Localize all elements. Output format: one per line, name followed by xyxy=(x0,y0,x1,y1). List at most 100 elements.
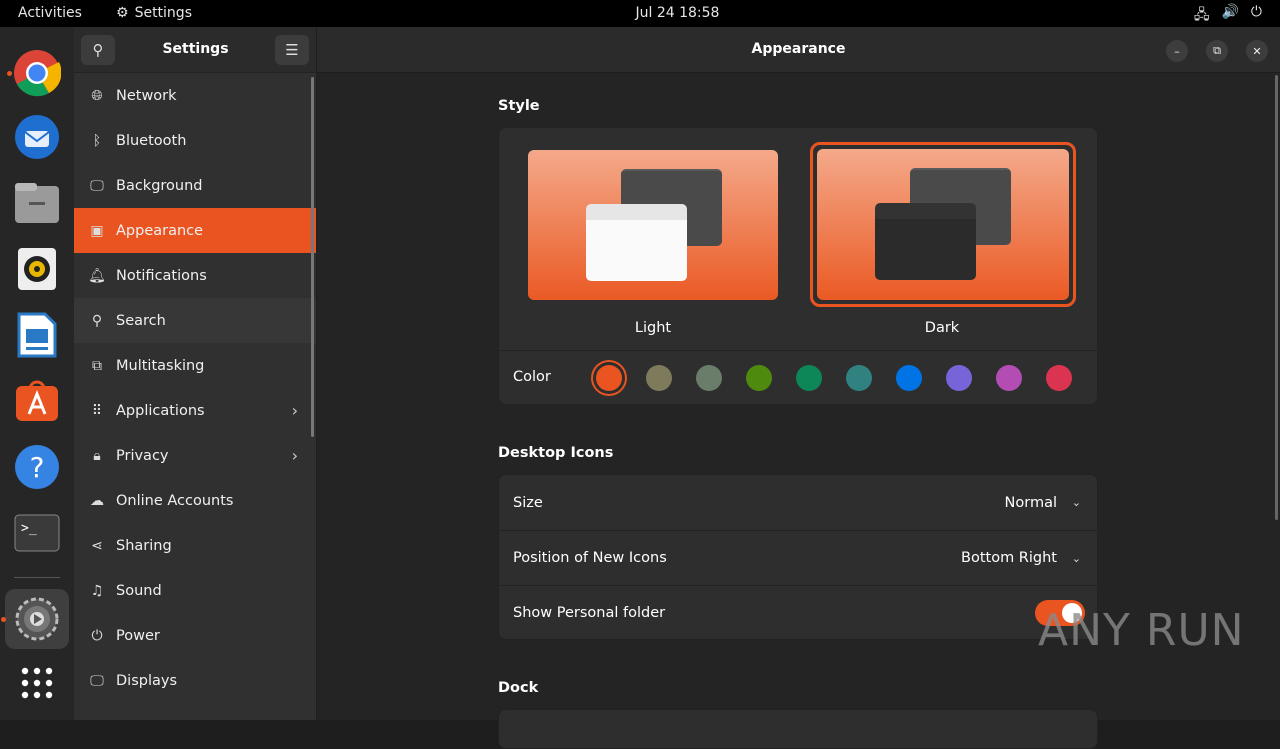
terminal-icon: >_ xyxy=(14,514,60,552)
svg-text:>_: >_ xyxy=(21,521,37,536)
dock-help[interactable]: ? xyxy=(5,437,69,497)
speaker-icon xyxy=(18,248,56,290)
color-swatch[interactable] xyxy=(746,365,772,391)
sidebar-item-notifications[interactable]: 🔔︎ Notifications xyxy=(74,253,316,298)
thunderbird-icon xyxy=(15,115,59,159)
bell-icon: 🔔︎ xyxy=(88,267,106,284)
sidebar-list: 🌐︎ Network ᛒ Bluetooth 🖵 Background ▣ Appear… xyxy=(74,73,316,703)
icon-position-value: Bottom Right xyxy=(961,550,1057,566)
style-dark-option[interactable] xyxy=(810,142,1076,307)
sidebar-item-power[interactable]: ⏻ Power xyxy=(74,613,316,658)
icon-size-label: Size xyxy=(513,494,543,511)
maximize-button[interactable]: ⧉ xyxy=(1206,40,1228,62)
sidebar-item-label: Bluetooth xyxy=(116,132,187,149)
bluetooth-icon: ᛒ xyxy=(92,132,102,149)
dock-card xyxy=(498,709,1098,749)
sidebar-item-multitasking[interactable]: ⧉ Multitasking xyxy=(74,343,316,388)
clock[interactable]: Jul 24 18:58 xyxy=(0,5,1280,21)
dock-writer[interactable] xyxy=(5,305,69,365)
document-icon xyxy=(17,312,57,358)
preview-front-window xyxy=(586,204,687,281)
sidebar-scrollbar[interactable] xyxy=(311,77,314,437)
sidebar-item-sound[interactable]: ♫ Sound xyxy=(74,568,316,613)
sidebar-item-label: Appearance xyxy=(116,222,204,239)
icon-position-row[interactable]: Position of New Icons Bottom Right ⌄ xyxy=(499,530,1099,585)
watermark: ANY RUN xyxy=(1038,605,1245,656)
cloud-icon: ☁ xyxy=(90,492,104,509)
preview-front-window xyxy=(875,203,976,280)
desktop-icons-card: Size Normal ⌄ Position of New Icons Bott… xyxy=(498,474,1099,640)
appearance-icon: ▣ xyxy=(90,222,104,239)
color-swatch[interactable] xyxy=(896,365,922,391)
dock-separator xyxy=(14,577,60,578)
sidebar-item-label: Search xyxy=(116,312,166,329)
icon-size-value: Normal xyxy=(1004,494,1057,511)
sidebar-item-label: Displays xyxy=(116,672,178,689)
panel-scrollbar[interactable] xyxy=(1275,75,1278,520)
network-icon[interactable]: 🖧 xyxy=(1194,4,1210,28)
minimize-button[interactable]: – xyxy=(1166,40,1188,62)
color-swatch[interactable] xyxy=(1046,365,1072,391)
chrome-icon xyxy=(14,50,61,97)
sidebar-header: ⚲ Settings ☰ xyxy=(74,27,316,73)
app-grid-icon xyxy=(21,667,53,699)
sidebar-item-search[interactable]: ⚲ Search xyxy=(74,298,316,343)
sidebar-item-sharing[interactable]: ⋖ Sharing xyxy=(74,523,316,568)
color-swatch[interactable] xyxy=(596,365,622,391)
desktop-icons-heading: Desktop Icons xyxy=(498,445,614,461)
sidebar-item-label: Online Accounts xyxy=(116,492,234,509)
style-light-option[interactable] xyxy=(525,147,781,303)
dock-thunderbird[interactable] xyxy=(5,107,69,167)
globe-icon: 🌐︎ xyxy=(91,87,103,104)
chevron-down-icon: ⌄ xyxy=(1071,551,1081,565)
top-bar: Activities ⚙ Settings Jul 24 18:58 🖧 🔊 ⏻ xyxy=(0,0,1280,27)
icon-position-label: Position of New Icons xyxy=(513,550,667,566)
color-swatch[interactable] xyxy=(646,365,672,391)
menu-button[interactable]: ☰ xyxy=(275,35,309,65)
sidebar-item-appearance[interactable]: ▣ Appearance xyxy=(74,208,316,253)
style-card: Light Dark Color xyxy=(498,127,1099,405)
display-icon: 🖵 xyxy=(90,672,104,689)
sidebar-item-label: Sharing xyxy=(116,537,172,554)
dock-chrome[interactable] xyxy=(5,43,69,103)
restore-icon: ⧉ xyxy=(1213,44,1221,57)
close-icon: ✕ xyxy=(1252,44,1262,58)
close-button[interactable]: ✕ xyxy=(1246,40,1268,62)
sidebar-item-online-accounts[interactable]: ☁ Online Accounts xyxy=(74,478,316,523)
color-swatch[interactable] xyxy=(846,365,872,391)
color-swatch[interactable] xyxy=(696,365,722,391)
dock-files[interactable] xyxy=(5,173,69,233)
color-swatch[interactable] xyxy=(796,365,822,391)
dock-app-center[interactable] xyxy=(5,371,69,431)
sidebar-item-applications[interactable]: ⠿ Applications › xyxy=(74,388,316,433)
icon-size-row[interactable]: Size Normal ⌄ xyxy=(499,475,1099,530)
sidebar-item-displays[interactable]: 🖵 Displays xyxy=(74,658,316,703)
style-heading: Style xyxy=(498,98,540,114)
volume-icon[interactable]: 🔊 xyxy=(1221,4,1238,28)
style-dark-label: Dark xyxy=(924,320,960,336)
style-light-label: Light xyxy=(634,320,672,336)
running-indicator xyxy=(1,617,6,622)
power-icon[interactable]: ⏻ xyxy=(1251,4,1262,28)
help-icon: ? xyxy=(15,445,59,489)
dock-terminal[interactable]: >_ xyxy=(5,503,69,563)
dock-rhythmbox[interactable] xyxy=(5,239,69,299)
light-preview xyxy=(528,150,778,300)
sidebar-item-background[interactable]: 🖵 Background xyxy=(74,163,316,208)
settings-gear-icon xyxy=(15,597,59,641)
color-swatch[interactable] xyxy=(996,365,1022,391)
sidebar-item-network[interactable]: 🌐︎ Network xyxy=(74,73,316,118)
sidebar-item-bluetooth[interactable]: ᛒ Bluetooth xyxy=(74,118,316,163)
dark-preview xyxy=(817,149,1069,300)
dock-settings[interactable] xyxy=(1,589,69,649)
svg-text:?: ? xyxy=(30,451,45,484)
personal-folder-label: Show Personal folder xyxy=(513,605,666,621)
power-icon: ⏻ xyxy=(91,627,103,644)
sidebar-item-privacy[interactable]: 🔒︎ Privacy › xyxy=(74,433,316,478)
monitor-icon: 🖵 xyxy=(90,177,104,194)
sidebar-item-label: Privacy xyxy=(116,447,169,464)
show-apps-button[interactable] xyxy=(5,653,69,713)
app-store-icon xyxy=(16,380,58,421)
color-swatch[interactable] xyxy=(946,365,972,391)
system-tray[interactable]: 🖧 🔊 ⏻ xyxy=(1194,4,1262,28)
